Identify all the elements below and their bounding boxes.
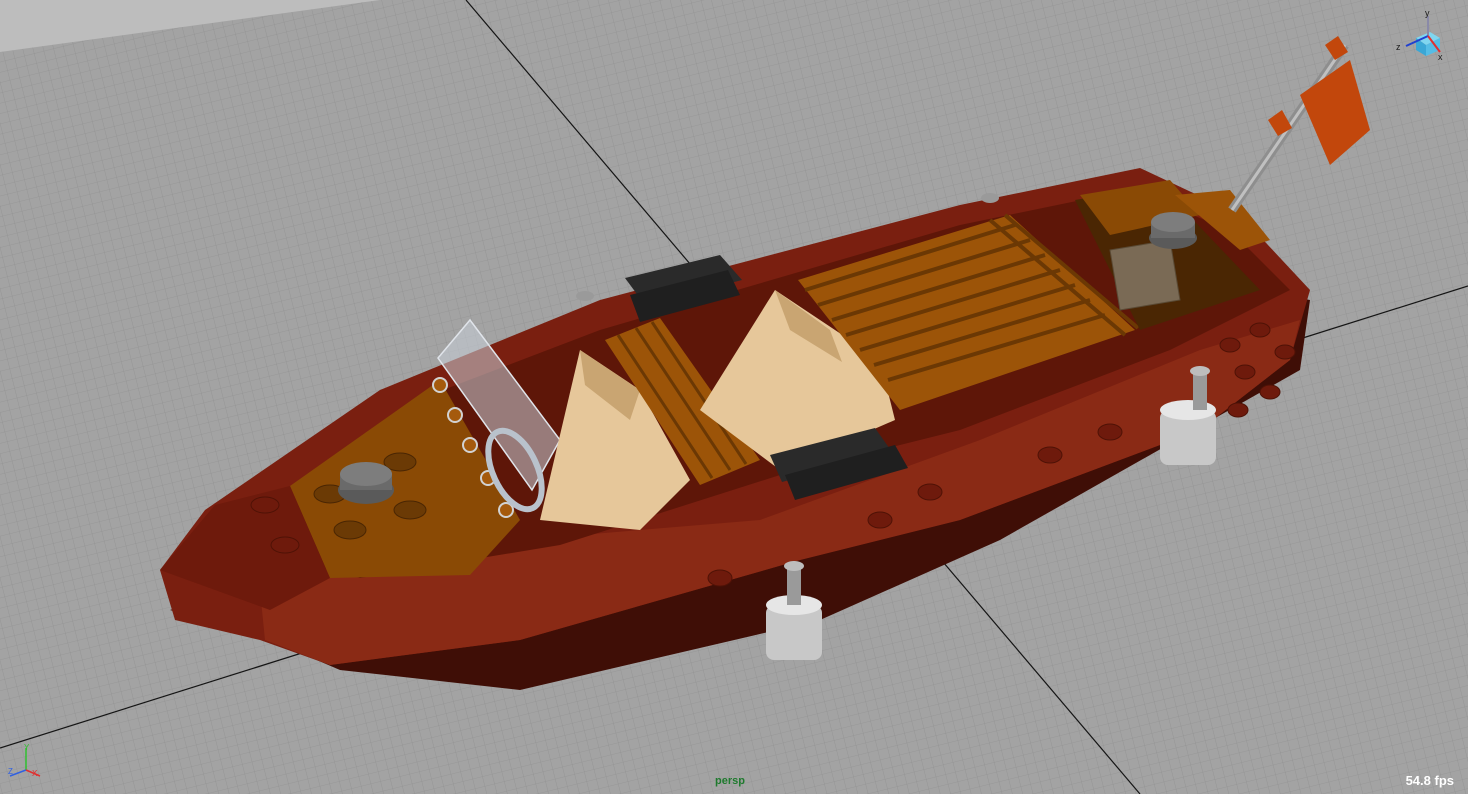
view-cube-y-label: y xyxy=(1425,8,1430,18)
stud xyxy=(333,520,367,540)
stud xyxy=(270,536,300,554)
stud xyxy=(1219,337,1241,353)
view-cube-icon[interactable]: y z x xyxy=(1394,8,1456,70)
view-cube-z-label: z xyxy=(1396,42,1401,52)
stud xyxy=(1249,322,1271,338)
rail-peg xyxy=(432,377,448,393)
fps-readout: 54.8 fps xyxy=(1405,773,1454,788)
stud xyxy=(250,496,280,514)
stud xyxy=(393,500,427,520)
stud xyxy=(867,511,893,529)
stud xyxy=(1227,402,1249,418)
stud xyxy=(707,569,733,587)
rail-peg xyxy=(447,407,463,423)
rim-pin xyxy=(981,193,999,203)
axis-y-label: Y xyxy=(24,743,30,752)
camera-name-label: persp xyxy=(715,775,745,787)
stern-bollard[interactable] xyxy=(1149,212,1197,249)
axis-x-label: X xyxy=(32,769,38,778)
axis-z-label: Z xyxy=(8,767,13,776)
stud xyxy=(1037,446,1063,464)
persp-viewport[interactable]: y z x Y Z X persp 54.8 fps xyxy=(0,0,1468,794)
scene-canvas[interactable] xyxy=(0,0,1468,794)
stud xyxy=(1234,364,1256,380)
stud xyxy=(1274,344,1296,360)
stud xyxy=(917,483,943,501)
stud xyxy=(1259,384,1281,400)
rail-peg xyxy=(462,437,478,453)
axis-triad-icon: Y Z X xyxy=(8,743,41,778)
view-cube-x-label: x xyxy=(1438,52,1443,62)
stud xyxy=(1097,423,1123,441)
rim-pin xyxy=(576,291,594,301)
bow-bollard[interactable] xyxy=(338,462,394,504)
